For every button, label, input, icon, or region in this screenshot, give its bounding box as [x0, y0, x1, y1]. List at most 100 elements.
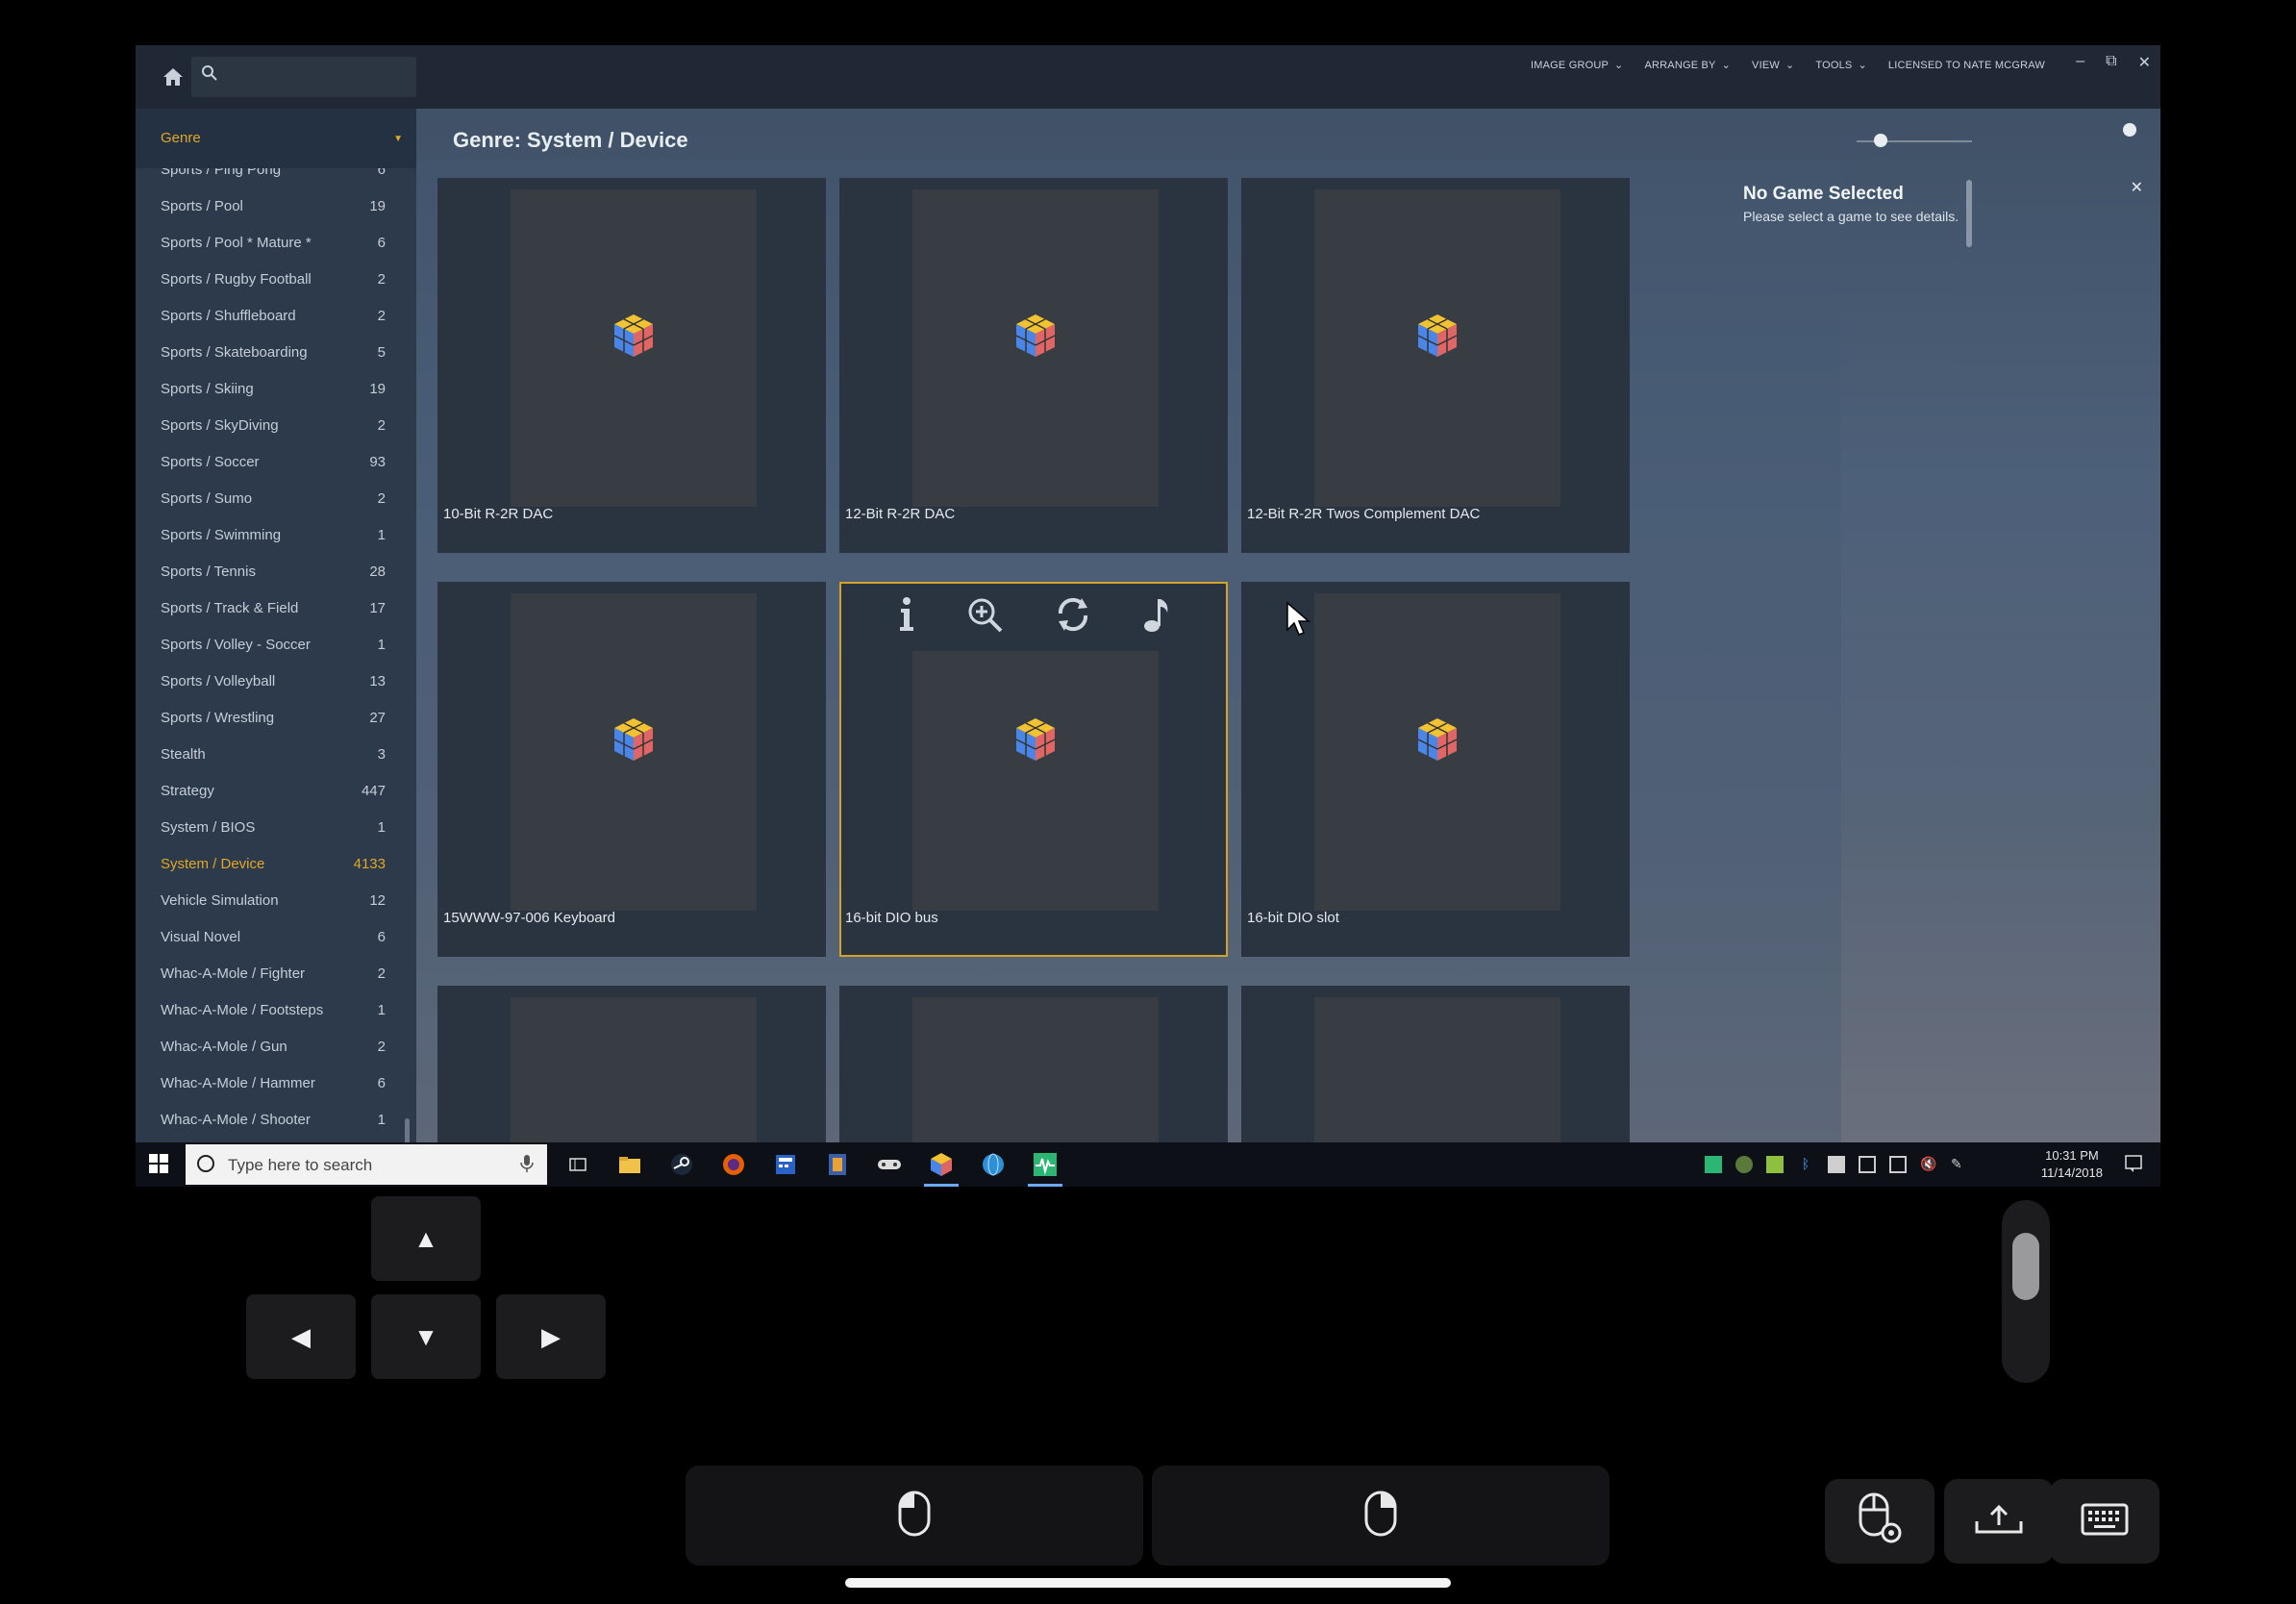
network-icon[interactable]	[1889, 1156, 1907, 1173]
keyboard-icon	[2081, 1503, 2129, 1541]
game-card[interactable]	[839, 986, 1228, 1142]
game-card[interactable]: 12-Bit R-2R DAC	[839, 178, 1228, 553]
sidebar-item[interactable]: Sports / Pool 19	[161, 191, 386, 220]
launchbox-taskbar-icon[interactable]	[924, 1147, 959, 1187]
mouse-settings-button[interactable]	[1825, 1479, 1934, 1564]
sidebar-item[interactable]: System / Device 4133	[161, 849, 386, 878]
dpad-down-button[interactable]: ▼	[371, 1294, 481, 1379]
dpad-right-button[interactable]: ▶	[496, 1294, 606, 1379]
activity-monitor-icon[interactable]	[1028, 1147, 1062, 1187]
menu-license[interactable]: LICENSED TO NATE MCGRAW	[1888, 59, 2045, 71]
bluetooth-icon[interactable]: ᛒ	[1797, 1156, 1814, 1173]
sidebar-item[interactable]: Sports / Shuffleboard 2	[161, 301, 386, 330]
calculator-icon[interactable]	[768, 1147, 803, 1182]
scroll-wheel-handle[interactable]	[2012, 1233, 2039, 1300]
sidebar-item[interactable]: Whac-A-Mole / Gun 2	[161, 1032, 386, 1061]
close-icon[interactable]: ✕	[2138, 53, 2151, 72]
sidebar-item[interactable]: Sports / Wrestling 27	[161, 703, 386, 732]
volume-muted-icon[interactable]: 🔇	[1920, 1156, 1937, 1173]
usb-icon[interactable]	[1859, 1156, 1876, 1173]
sidebar-item[interactable]: Vehicle Simulation 12	[161, 886, 386, 915]
minimize-icon[interactable]: –	[2076, 53, 2084, 72]
steam-icon[interactable]	[664, 1147, 699, 1182]
tray-windows-icon[interactable]	[1828, 1156, 1845, 1173]
sidebar-item[interactable]: Sports / Tennis 28	[161, 557, 386, 586]
sidebar-item[interactable]: Strategy 447	[161, 776, 386, 805]
sidebar-item-label: Sports / Pool * Mature *	[161, 234, 312, 251]
info-icon[interactable]	[895, 596, 916, 638]
home-indicator[interactable]	[845, 1578, 1451, 1588]
game-card[interactable]: 15WWW-97-006 Keyboard	[437, 582, 826, 957]
microphone-icon[interactable]	[520, 1154, 534, 1178]
game-card[interactable]	[437, 986, 826, 1142]
menu-label: LICENSED TO NATE MCGRAW	[1887, 59, 2045, 71]
sidebar-item[interactable]: Sports / Rugby Football 2	[161, 264, 386, 293]
taskbar-clock[interactable]: 10:31 PM 11/14/2018	[2041, 1147, 2103, 1182]
genre-dropdown[interactable]: Genre ▼	[136, 109, 416, 168]
menu-tools[interactable]: TOOLS ⌄	[1815, 59, 1867, 72]
sidebar-item[interactable]: Sports / Pool * Mature * 6	[161, 228, 386, 257]
pen-icon[interactable]: ✎	[1951, 1156, 1968, 1173]
menu-view[interactable]: VIEW ⌄	[1752, 59, 1794, 72]
sidebar-item-label: Sports / Rugby Football	[161, 270, 312, 288]
tray-green-icon[interactable]	[1705, 1156, 1722, 1173]
music-note-icon[interactable]	[1142, 595, 1173, 639]
file-explorer-icon[interactable]	[612, 1147, 647, 1182]
dpad-up-button[interactable]: ▲	[371, 1196, 481, 1281]
right-click-button[interactable]	[1152, 1466, 1610, 1566]
task-view-icon[interactable]	[561, 1147, 595, 1182]
controller-icon[interactable]	[872, 1147, 907, 1182]
sidebar-item[interactable]: Whac-A-Mole / Fighter 2	[161, 959, 386, 988]
upload-button[interactable]	[1944, 1479, 2054, 1564]
game-card[interactable]: 12-Bit R-2R Twos Complement DAC	[1241, 178, 1630, 553]
left-click-button[interactable]	[686, 1466, 1143, 1566]
sidebar-item[interactable]: Sports / Volleyball 13	[161, 666, 386, 695]
sidebar-item-count: 28	[369, 563, 386, 580]
game-card[interactable]	[1241, 986, 1630, 1142]
sidebar-item[interactable]: Sports / Swimming 1	[161, 520, 386, 549]
menu-label: TOOLS	[1815, 59, 1853, 71]
status-dot[interactable]	[2123, 123, 2136, 137]
tray-leaf-icon[interactable]	[1766, 1156, 1784, 1173]
sidebar-item[interactable]: Sports / Volley - Soccer 1	[161, 630, 386, 659]
taskbar-search-input[interactable]: Type here to search	[186, 1144, 547, 1185]
notification-icon[interactable]	[2124, 1154, 2143, 1178]
zoom-in-icon[interactable]	[965, 595, 1004, 639]
sidebar-item[interactable]: Whac-A-Mole / Hammer 6	[161, 1068, 386, 1097]
game-card-selected[interactable]: 16-bit DIO bus	[839, 582, 1228, 957]
windows-start-icon[interactable]	[149, 1154, 168, 1178]
sidebar-item-label: Strategy	[161, 782, 214, 799]
menu-image-group[interactable]: IMAGE GROUP ⌄	[1531, 59, 1623, 72]
sidebar-item[interactable]: Sports / Skateboarding 5	[161, 338, 386, 366]
dpad-left-button[interactable]: ◀	[246, 1294, 356, 1379]
firefox-icon[interactable]	[716, 1147, 751, 1182]
game-card[interactable]: 10-Bit R-2R DAC	[437, 178, 826, 553]
cube-icon	[1014, 716, 1057, 767]
restore-icon[interactable]: ⧉	[2106, 53, 2116, 72]
tray-circle-icon[interactable]	[1735, 1156, 1753, 1173]
sidebar-item[interactable]: Sports / Track & Field 17	[161, 593, 386, 622]
globe-icon[interactable]	[976, 1147, 1011, 1182]
sidebar-item[interactable]: System / BIOS 1	[161, 813, 386, 841]
sidebar-scrollbar[interactable]	[405, 1118, 410, 1142]
sidebar-item[interactable]: Sports / Ping Pong 6	[161, 168, 386, 184]
sidebar-item[interactable]: Sports / Sumo 2	[161, 484, 386, 513]
sidebar-item[interactable]: Visual Novel 6	[161, 922, 386, 951]
zoom-slider-handle[interactable]	[1874, 134, 1887, 147]
close-details-icon[interactable]: ✕	[2131, 178, 2143, 197]
chevron-down-icon: ⌄	[1721, 60, 1732, 71]
sidebar-item[interactable]: Sports / SkyDiving 2	[161, 411, 386, 439]
sidebar-item[interactable]: Whac-A-Mole / Shooter 1	[161, 1105, 386, 1130]
home-icon[interactable]	[157, 61, 189, 93]
sidebar-item[interactable]: Stealth 3	[161, 739, 386, 768]
menu-label: IMAGE GROUP	[1531, 59, 1610, 71]
sidebar-item[interactable]: Sports / Skiing 19	[161, 374, 386, 403]
search-input[interactable]	[191, 57, 416, 97]
details-heading: No Game Selected	[1743, 184, 1904, 204]
sidebar-item[interactable]: Sports / Soccer 93	[161, 447, 386, 476]
app-icon-orange[interactable]	[820, 1147, 855, 1182]
keyboard-button[interactable]	[2050, 1479, 2159, 1564]
refresh-icon[interactable]	[1053, 594, 1093, 639]
menu-arrange-by[interactable]: ARRANGE BY ⌄	[1644, 59, 1732, 72]
sidebar-item[interactable]: Whac-A-Mole / Footsteps 1	[161, 995, 386, 1024]
